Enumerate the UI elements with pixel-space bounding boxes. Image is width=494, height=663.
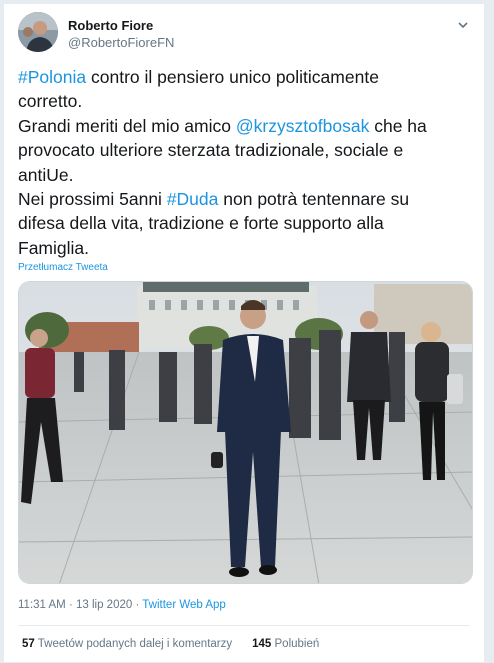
avatar[interactable] [18,12,58,52]
meta-separator: · [132,599,143,611]
tweet-text-line: Nei prossimi 5anni #Duda non potrà tente… [18,187,473,211]
retweets-count: 57 [22,638,35,650]
likes-stat[interactable]: 145 Polubień [252,638,319,650]
hashtag-link[interactable]: #Duda [167,189,219,209]
tweet-text: #Polonia contro il pensiero unico politi… [18,65,473,260]
text-segment: corretto. [18,91,83,112]
tweet-stats: 57 Tweetów podanych dalej i komentarzy 14… [22,638,319,650]
tweet-text-line: corretto. [18,89,473,113]
tweet-text-line: antiUe. [18,163,473,187]
retweets-label: Tweetów podanych dalej i komentarzy [37,638,233,650]
tweet-text-line: Famiglia. [18,236,473,260]
tweet-text-line: Grandi meriti del mio amico @krzysztofbo… [18,114,473,138]
likes-label: Polubień [274,638,320,650]
text-segment: difesa della vita, tradizione e forte su… [18,213,384,234]
text-segment: Nei prossimi 5anni [18,189,167,210]
text-segment: che ha [369,115,427,136]
tweet-card: Roberto Fiore @RobertoFioreFN #Polonia c… [3,3,485,663]
tweet-photo[interactable] [18,281,473,584]
text-segment: antiUe. [18,164,74,185]
text-segment: Grandi meriti del mio amico [18,115,236,136]
retweets-stat[interactable]: 57 Tweetów podanych dalej i komentarzy [22,638,232,650]
meta-separator: · [65,599,76,611]
tweet-text-line: provocato ulteriore sterzata tradizional… [18,138,473,162]
tweet-meta: 11:31 AM · 13 lip 2020 · Twitter Web App [18,599,226,611]
tweet-text-line: difesa della vita, tradizione e forte su… [18,211,473,235]
mention-link[interactable]: @krzysztofbosak [236,116,370,136]
hashtag-link[interactable]: #Polonia [18,67,86,87]
translate-link[interactable]: Przetłumacz Tweeta [18,262,108,273]
author-handle[interactable]: @RobertoFioreFN [68,35,174,50]
author-name[interactable]: Roberto Fiore [68,18,153,33]
tweet-source[interactable]: Twitter Web App [142,599,226,611]
text-segment: non potrà tentennare su [218,189,410,210]
likes-count: 145 [252,638,272,650]
tweet-time[interactable]: 11:31 AM [18,599,66,611]
text-segment: contro il pensiero unico politicamente [86,67,379,87]
tweet-date[interactable]: 13 lip 2020 [76,599,132,611]
tweet-text-line: #Polonia contro il pensiero unico politi… [18,65,473,89]
text-segment: Famiglia. [18,237,89,258]
tweet-header: Roberto Fiore @RobertoFioreFN [18,12,472,56]
text-segment: provocato ulteriore sterzata tradizional… [18,140,404,161]
chevron-down-icon[interactable] [456,18,470,32]
divider [18,625,470,626]
